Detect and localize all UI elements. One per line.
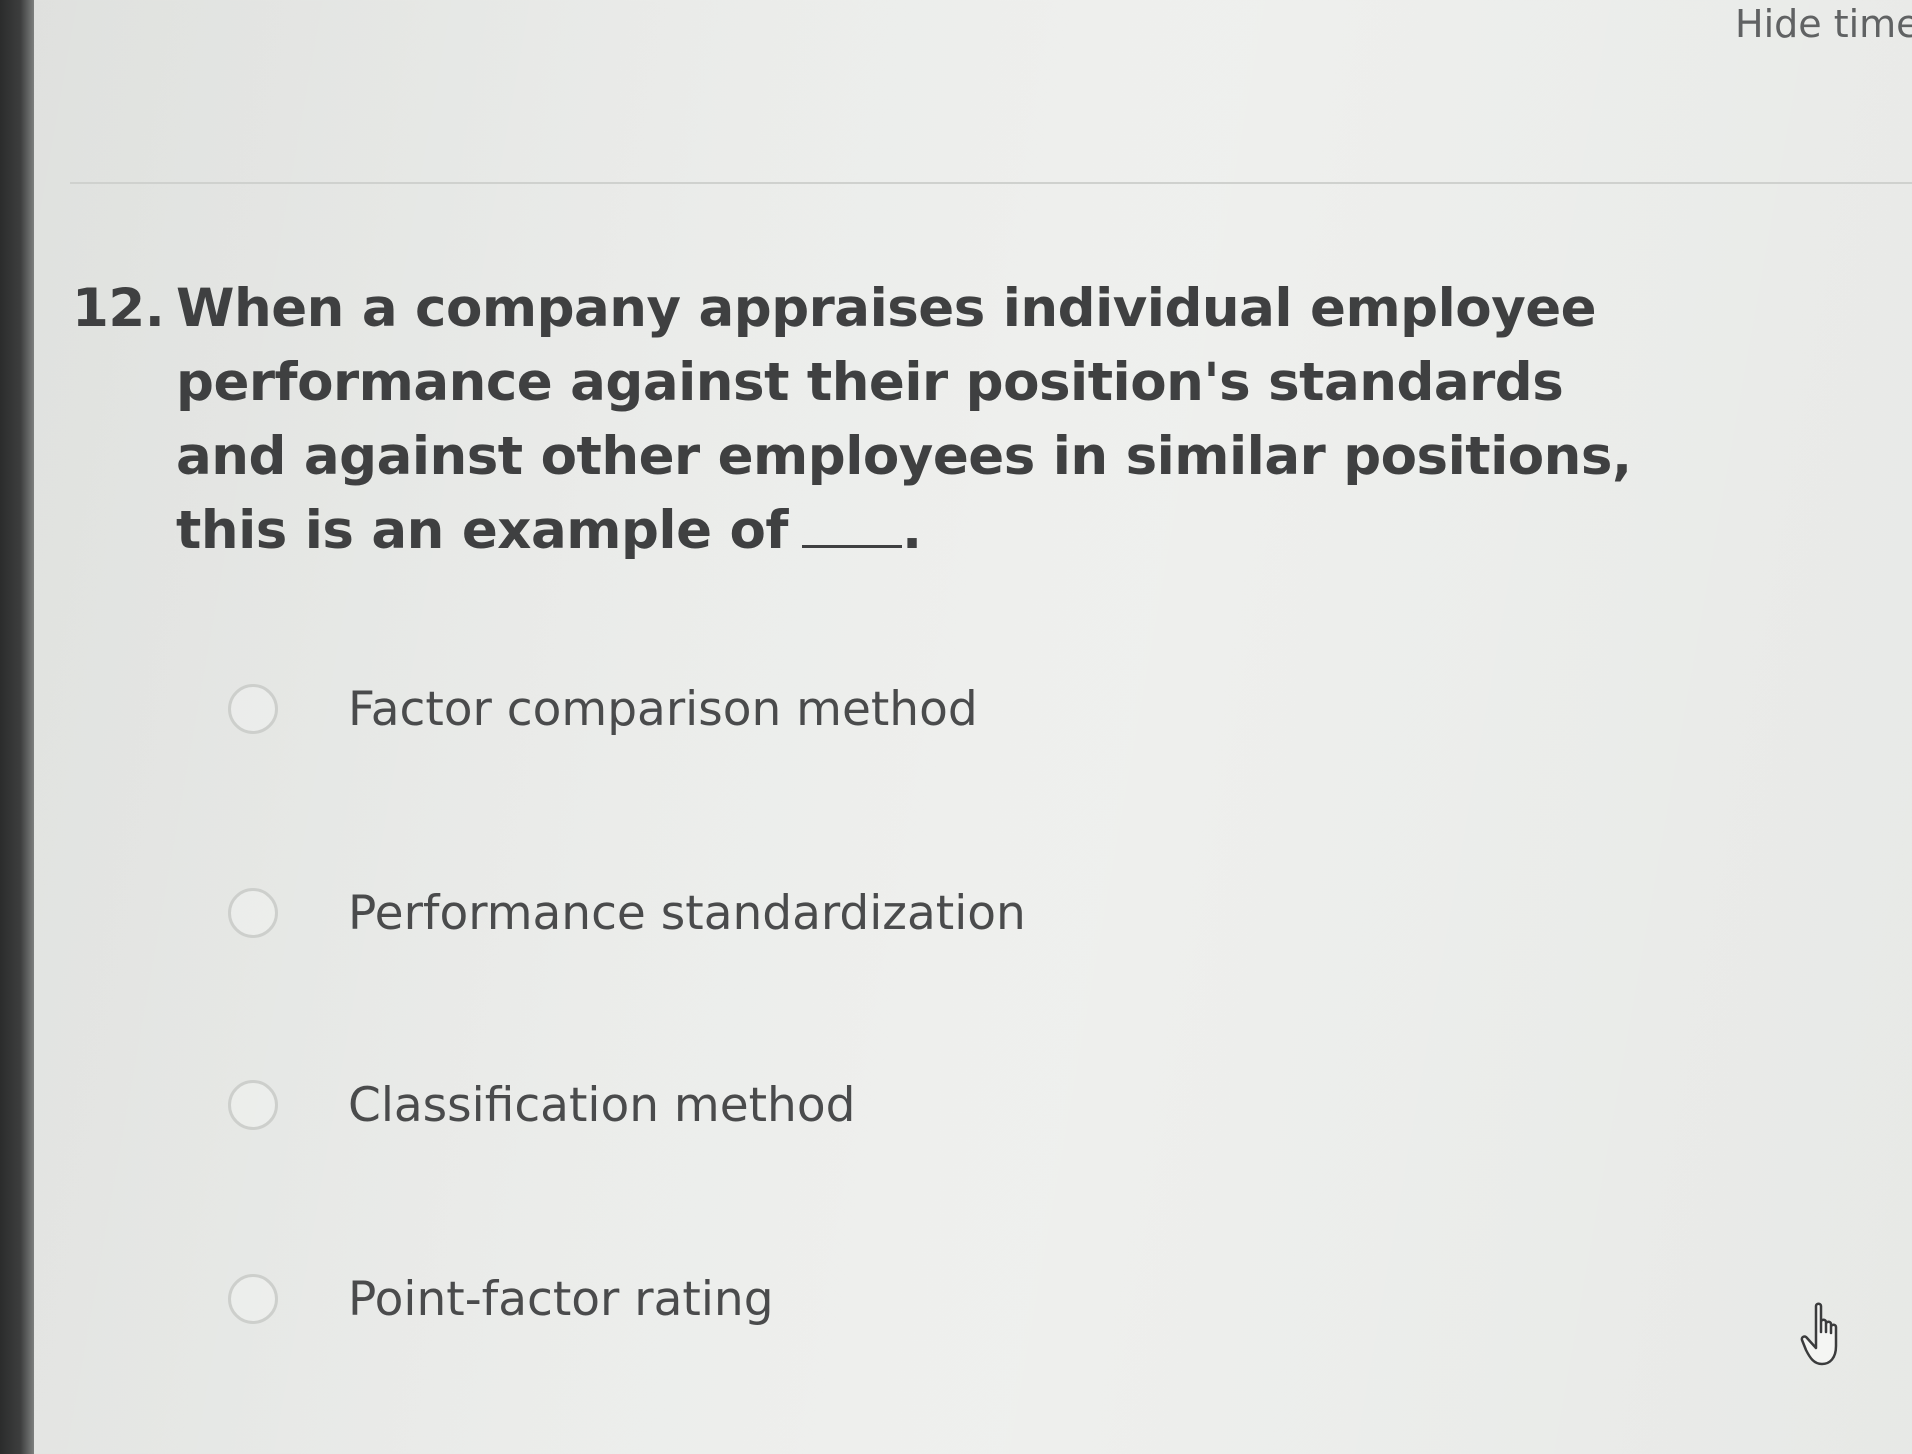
hand-pointer-icon <box>1800 1302 1838 1366</box>
option-factor-comparison[interactable]: Factor comparison method <box>228 674 978 744</box>
option-classification-method[interactable]: Classification method <box>228 1070 855 1140</box>
question-text-wrapper: When a company appraises individual empl… <box>176 272 1632 568</box>
option-label: Factor comparison method <box>348 681 978 737</box>
radio-button[interactable] <box>228 888 278 938</box>
question-period: . <box>901 500 922 561</box>
option-label: Classification method <box>348 1077 856 1133</box>
option-label: Performance standardization <box>348 885 1026 941</box>
option-label: Point-factor rating <box>348 1271 774 1327</box>
question-block: 12. When a company appraises individual … <box>72 272 1632 568</box>
radio-button[interactable] <box>228 684 278 734</box>
radio-button[interactable] <box>228 1274 278 1324</box>
hide-timer-link[interactable]: Hide timer <box>1735 2 1912 46</box>
question-number: 12. <box>72 278 165 339</box>
option-point-factor-rating[interactable]: Point-factor rating <box>228 1264 774 1334</box>
header-divider <box>70 182 1912 184</box>
screen-bezel <box>0 0 34 1454</box>
answer-blank <box>801 501 902 548</box>
radio-button[interactable] <box>228 1080 278 1130</box>
option-performance-standardization[interactable]: Performance standardization <box>228 878 1026 948</box>
